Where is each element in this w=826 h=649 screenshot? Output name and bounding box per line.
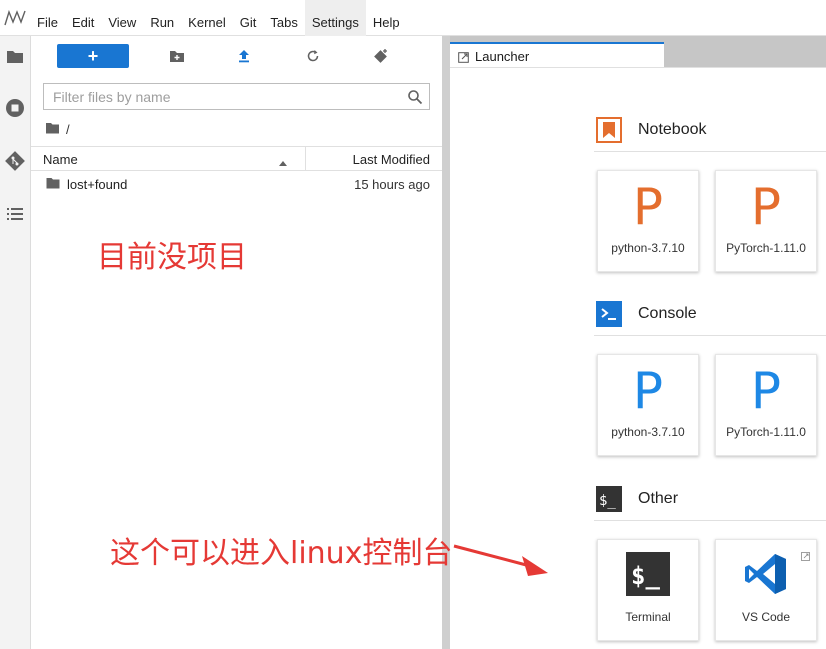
section-title: Console (638, 305, 697, 322)
section-divider (594, 335, 826, 336)
console-pytorch-card[interactable]: P PyTorch-1.11.0 (715, 354, 817, 456)
new-folder-icon[interactable] (167, 46, 187, 66)
launcher-tab-icon (458, 51, 469, 63)
kernel-logo: P (750, 362, 782, 420)
card-label: PyTorch-1.11.0 (726, 425, 806, 439)
activity-bar (0, 36, 31, 649)
menubar: File Edit View Run Kernel Git Tabs Setti… (0, 0, 826, 36)
menu-tabs[interactable]: Tabs (263, 0, 304, 36)
upload-icon[interactable] (234, 46, 254, 66)
other-section-icon: $_ (596, 486, 622, 512)
folder-icon[interactable] (3, 44, 27, 68)
new-launcher-button[interactable]: + (57, 44, 129, 68)
annotation-empty-note: 目前没项目 (97, 240, 247, 275)
breadcrumb-separator[interactable]: / (66, 122, 70, 137)
svg-text:$_: $_ (599, 493, 616, 509)
section-title: Notebook (638, 121, 707, 138)
sort-ascending-icon[interactable] (278, 155, 288, 166)
kernel-logo: P (632, 178, 664, 236)
section-notebook: Notebook (596, 115, 826, 145)
column-divider[interactable] (305, 147, 306, 171)
file-browser-toolbar: + (31, 42, 442, 70)
tab-launcher[interactable]: Launcher (450, 42, 664, 68)
filter-box (43, 83, 430, 110)
file-name: lost+found (67, 177, 128, 192)
card-label: VS Code (741, 610, 791, 624)
section-divider (594, 151, 826, 152)
tab-launcher-label: Launcher (475, 48, 530, 64)
menu-settings[interactable]: Settings (304, 0, 366, 36)
notebook-pytorch-card[interactable]: P PyTorch-1.11.0 (715, 170, 817, 272)
menu-file[interactable]: File (30, 0, 65, 36)
menu-view[interactable]: View (101, 0, 143, 36)
section-console: Console (596, 299, 826, 329)
terminal-card[interactable]: $_ Terminal (597, 539, 699, 641)
menu-kernel[interactable]: Kernel (181, 0, 233, 36)
menu-edit[interactable]: Edit (65, 0, 101, 36)
filter-files-input[interactable] (44, 84, 429, 109)
card-label: python-3.7.10 (611, 241, 685, 255)
external-link-icon (801, 548, 810, 561)
breadcrumb: / (45, 120, 70, 138)
vscode-icon (744, 552, 788, 596)
column-name[interactable]: Name (43, 152, 78, 167)
folder-icon (46, 177, 60, 189)
jupyter-logo-icon (0, 0, 30, 36)
annotation-arrow-icon (453, 544, 548, 576)
svg-text:$_: $_ (631, 562, 660, 590)
console-section-icon (596, 301, 622, 327)
vscode-card[interactable]: VS Code (715, 539, 817, 641)
running-kernels-icon[interactable] (3, 96, 27, 120)
console-python-card[interactable]: P python-3.7.10 (597, 354, 699, 456)
tab-bar: Launcher (450, 36, 826, 68)
menu-help[interactable]: Help (366, 0, 407, 36)
git-clone-icon[interactable] (371, 46, 391, 66)
column-last-modified[interactable]: Last Modified (353, 152, 430, 167)
card-label: PyTorch-1.11.0 (726, 241, 806, 255)
search-icon[interactable] (407, 89, 423, 105)
section-title: Other (638, 490, 679, 507)
file-row[interactable]: lost+found 15 hours ago (31, 173, 442, 195)
card-label: python-3.7.10 (611, 425, 685, 439)
section-divider (594, 520, 826, 521)
section-other: $_ Other (596, 484, 826, 514)
refresh-icon[interactable] (303, 46, 323, 66)
table-of-contents-icon[interactable] (3, 202, 27, 226)
home-folder-icon[interactable] (45, 122, 60, 137)
file-list-header: Name Last Modified (31, 146, 442, 171)
notebook-section-icon (596, 117, 622, 143)
annotation-terminal-note: 这个可以进入linux控制台 (110, 536, 453, 571)
terminal-icon: $_ (626, 552, 670, 596)
menu-git[interactable]: Git (233, 0, 264, 36)
menu-run[interactable]: Run (143, 0, 181, 36)
file-modified: 15 hours ago (354, 177, 430, 192)
card-label: Terminal (625, 610, 671, 624)
notebook-python-card[interactable]: P python-3.7.10 (597, 170, 699, 272)
kernel-logo: P (750, 178, 782, 236)
git-icon[interactable] (3, 149, 27, 173)
kernel-logo: P (632, 362, 664, 420)
